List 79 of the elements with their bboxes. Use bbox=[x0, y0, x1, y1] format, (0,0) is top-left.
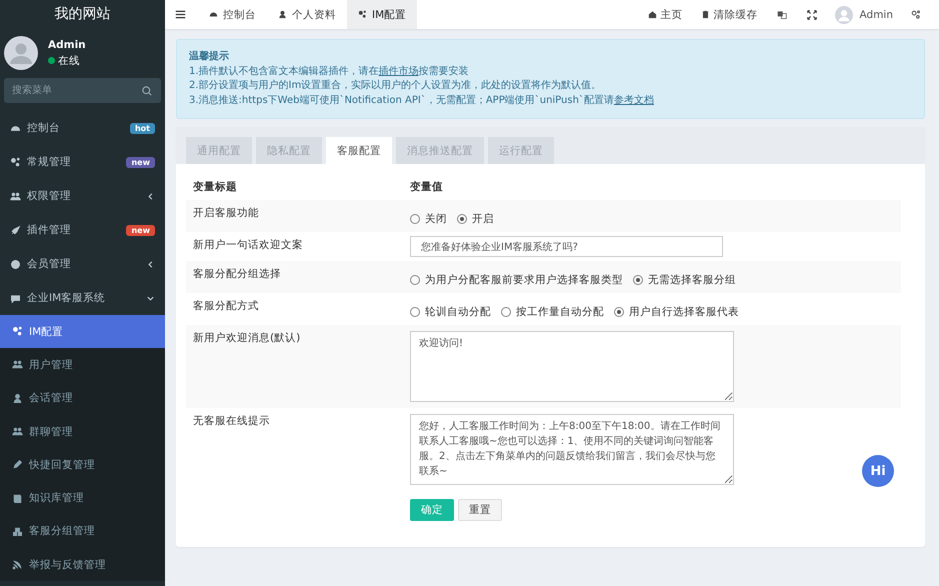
avatar-icon bbox=[4, 36, 38, 70]
radio-option[interactable]: 为用户分配客服前要求用户选择客服类型 bbox=[410, 273, 623, 287]
radio-option[interactable]: 按工作量自动分配 bbox=[501, 305, 604, 319]
notice-text: 2.部分设置项与用户的Im设置重合，实际以用户的个人设置为准，此处的设置将作为默认值。 bbox=[189, 79, 602, 93]
notice-text: 3.消息推送:https下Web端可使用`Notification API`，无需配置；APP端使用`uniPush`配置请参考文档 bbox=[189, 94, 655, 108]
sidebar-item[interactable]: 会员管理 bbox=[0, 247, 165, 281]
menu-icon bbox=[12, 559, 23, 570]
sidebar-item[interactable]: 企业IM客服系统 bbox=[0, 281, 165, 315]
link-icon bbox=[700, 10, 710, 19]
fullscreen-icon[interactable] bbox=[806, 10, 817, 20]
menu-badge: new bbox=[126, 224, 155, 236]
setting-label: 开启客服功能 bbox=[192, 206, 260, 221]
notice-title: 温馨提示 bbox=[189, 50, 230, 64]
text-area[interactable]: 您好，人工客服工作时间为：上午8:00至下午18:00。请在工作时间联系人工客服哦~您也可以选择：1、使用不同的关键词询问智能客服。2、点击左下角菜单内的问题反馈给我们留言，我们会尽快与您联系~ bbox=[410, 414, 734, 485]
setting-label: 新用户欢迎消息(默认) bbox=[192, 331, 302, 346]
avatar-icon bbox=[834, 6, 853, 24]
sidebar-subitem[interactable]: 群聊管理 bbox=[0, 414, 165, 448]
menu-icon bbox=[10, 156, 21, 168]
topbar-link[interactable]: 主页 bbox=[638, 8, 692, 22]
search-icon bbox=[141, 84, 153, 96]
menu-icon bbox=[12, 326, 23, 338]
menu-badge: new bbox=[126, 156, 155, 168]
sidebar-subitem[interactable]: 举报与反馈管理 bbox=[0, 548, 165, 582]
page-tab[interactable]: 个人资料 bbox=[267, 0, 347, 29]
menu-icon bbox=[10, 190, 21, 202]
config-tab[interactable]: 客服配置 bbox=[326, 137, 392, 164]
menu-icon bbox=[10, 224, 21, 236]
menu-badge: hot bbox=[130, 122, 155, 134]
sidebar-item[interactable]: 常规管理 new bbox=[0, 145, 165, 179]
page-tab[interactable]: 控制台 bbox=[198, 0, 267, 29]
radio-option[interactable]: 关闭 bbox=[410, 212, 447, 226]
radio-option[interactable]: 开启 bbox=[457, 212, 494, 226]
sidebar-item[interactable]: 控制台 hot bbox=[0, 111, 165, 145]
sidebar-subitem[interactable]: 用户管理 bbox=[0, 348, 165, 382]
settings-icon[interactable] bbox=[911, 10, 921, 20]
setting-label: 无客服在线提示 bbox=[192, 414, 271, 429]
topbar-link[interactable]: 清除缓存 bbox=[692, 8, 767, 22]
menu-icon bbox=[12, 459, 23, 470]
search-field[interactable]: 搜索菜单 bbox=[4, 78, 161, 103]
sidebar-subitem[interactable]: IM配置 bbox=[0, 315, 165, 348]
sidebar-item[interactable]: 权限管理 bbox=[0, 179, 165, 213]
user-menu[interactable]: Admin bbox=[826, 6, 901, 24]
menu-icon bbox=[12, 426, 23, 438]
sidebar-subitem[interactable]: 会话管理 bbox=[0, 382, 165, 415]
input-field[interactable]: 您准备好体验企业IM客服系统了吗? bbox=[410, 236, 723, 257]
tab-icon bbox=[209, 10, 218, 19]
setting-label: 客服分配分组选择 bbox=[192, 267, 282, 282]
link-icon bbox=[648, 10, 657, 19]
site-title: 我的网站 bbox=[54, 5, 112, 24]
online-status-dot bbox=[48, 57, 55, 64]
translate-icon[interactable] bbox=[776, 10, 787, 20]
menu-icon bbox=[12, 526, 23, 537]
radio-option[interactable]: 无需选择客服分组 bbox=[633, 273, 736, 287]
column-header: 变量值 bbox=[409, 180, 444, 195]
sidebar-subitem[interactable]: 知识库管理 bbox=[0, 481, 165, 515]
column-header: 变量标题 bbox=[192, 180, 238, 195]
sidebar-subitem[interactable]: 快捷回复管理 bbox=[0, 448, 165, 482]
page-tab[interactable]: IM配置 bbox=[347, 0, 418, 29]
notice-link[interactable]: 参考文档 bbox=[614, 94, 654, 106]
menu-icon bbox=[10, 258, 21, 270]
sidebar-item[interactable]: 插件管理 new bbox=[0, 213, 165, 247]
menu-icon bbox=[10, 292, 21, 304]
menu-icon bbox=[12, 359, 23, 370]
radio-option[interactable]: 轮训自动分配 bbox=[410, 305, 491, 319]
radio-option[interactable]: 用户自行选择客服代表 bbox=[614, 305, 739, 319]
reset-button[interactable]: 重置 bbox=[458, 499, 502, 521]
notice-text: 1.插件默认不包含富文本编辑器插件，请在插件市场按需要安装 bbox=[189, 64, 470, 78]
tab-icon bbox=[278, 10, 287, 19]
online-status: 在线 bbox=[58, 54, 80, 68]
setting-label: 新用户一句话欢迎文案 bbox=[192, 238, 304, 253]
tab-icon bbox=[358, 10, 367, 19]
menu-icon bbox=[12, 492, 23, 504]
menu-icon bbox=[12, 392, 23, 404]
user-name: Admin bbox=[48, 38, 86, 50]
text-area[interactable]: 欢迎访问! bbox=[410, 331, 734, 402]
setting-label: 客服分配方式 bbox=[192, 299, 260, 314]
sidebar-subitem[interactable]: 客服分组管理 bbox=[0, 514, 165, 548]
menu-icon[interactable] bbox=[175, 9, 186, 20]
notice-link[interactable]: 插件市场 bbox=[378, 66, 419, 76]
